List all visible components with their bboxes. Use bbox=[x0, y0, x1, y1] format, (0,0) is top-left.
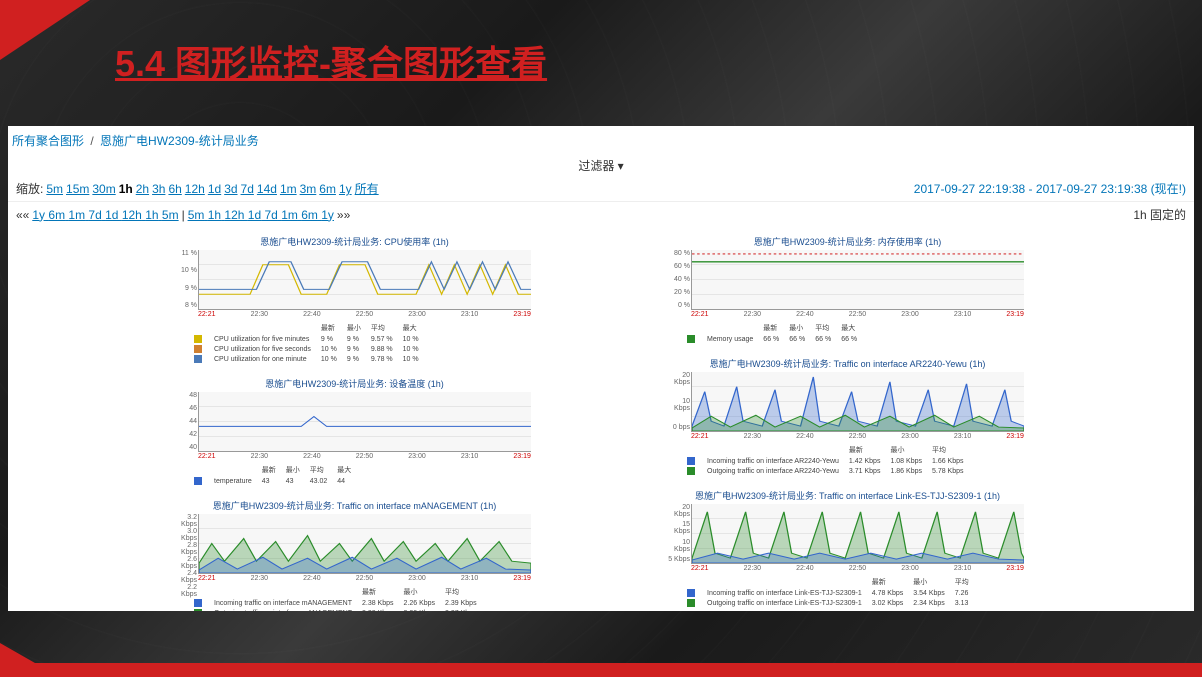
nav-6m[interactable]: 6m bbox=[301, 208, 318, 222]
graph-canvas[interactable]: 20 Kbps10 Kbps0 bps bbox=[691, 372, 1024, 432]
nav-1h[interactable]: 1h bbox=[208, 208, 221, 222]
graph-title: 恩施广电HW2309-统计局业务: CPU使用率 (1h) bbox=[168, 233, 541, 250]
slide-title: 5.4 图形监控-聚合图形查看 bbox=[115, 35, 547, 87]
nav-5m[interactable]: 5m bbox=[188, 208, 205, 222]
breadcrumb: 所有聚合图形 / 恩施广电HW2309-统计局业务 bbox=[8, 126, 1194, 155]
graph-legend: 最新最小平均Incoming traffic on interface mANA… bbox=[188, 585, 483, 611]
nav-1d[interactable]: 1d bbox=[105, 208, 118, 222]
graph-legend: 最新最小平均最大Memory usage66 %66 %66 %66 % bbox=[681, 321, 863, 345]
nav-5m[interactable]: 5m bbox=[162, 208, 179, 222]
breadcrumb-current[interactable]: 恩施广电HW2309-统计局业务 bbox=[100, 134, 259, 148]
zoom-3m[interactable]: 3m bbox=[300, 182, 317, 196]
nav-7d[interactable]: 7d bbox=[265, 208, 278, 222]
zoom-1m[interactable]: 1m bbox=[280, 182, 297, 196]
nav-1y[interactable]: 1y bbox=[32, 208, 45, 222]
graph-title: 恩施广电HW2309-统计局业务: Traffic on interface L… bbox=[661, 487, 1034, 504]
graph-canvas[interactable]: 11 %10 %9 %8 % bbox=[198, 250, 531, 310]
graph-title: 恩施广电HW2309-统计局业务: 设备温度 (1h) bbox=[168, 375, 541, 392]
zoom-所有[interactable]: 所有 bbox=[355, 182, 379, 196]
zoom-controls: 缩放: 5m15m30m 1h2h3h6h 12h1d3d 7d14d1m3m6m1y… bbox=[16, 180, 382, 197]
zoom-15m[interactable]: 15m bbox=[66, 182, 89, 196]
nav-back: ««1y 6m 1m 7d 1d 12h 1h 5m |5m 1h 12h 1d… bbox=[16, 208, 350, 222]
nav-1d[interactable]: 1d bbox=[248, 208, 261, 222]
zoom-3d[interactable]: 3d bbox=[224, 182, 237, 196]
zoom-1h[interactable]: 1h bbox=[119, 182, 133, 196]
graph-legend: 最新最小平均Incoming traffic on interface AR22… bbox=[681, 443, 970, 477]
zoom-label: 缩放: bbox=[16, 180, 43, 197]
nav-1h[interactable]: 1h bbox=[145, 208, 158, 222]
graph-title: 恩施广电HW2309-统计局业务: 内存使用率 (1h) bbox=[661, 233, 1034, 250]
graph-panel: 恩施广电HW2309-统计局业务: CPU使用率 (1h) 11 %10 %9 … bbox=[168, 233, 541, 365]
zoom-14d[interactable]: 14d bbox=[257, 182, 277, 196]
zoom-5m[interactable]: 5m bbox=[46, 182, 63, 196]
nav-12h[interactable]: 12h bbox=[224, 208, 244, 222]
zoom-2h[interactable]: 2h bbox=[136, 182, 149, 196]
breadcrumb-root[interactable]: 所有聚合图形 bbox=[12, 134, 84, 148]
time-range[interactable]: 2017-09-27 22:19:38 - 2017-09-27 23:19:3… bbox=[914, 180, 1186, 197]
graph-canvas[interactable]: 20 Kbps15 Kbps10 Kbps5 Kbps bbox=[691, 504, 1024, 564]
period-label: 1h 固定的 bbox=[1133, 206, 1186, 223]
zoom-7d[interactable]: 7d bbox=[241, 182, 254, 196]
nav-12h[interactable]: 12h bbox=[122, 208, 142, 222]
graph-panel: 恩施广电HW2309-统计局业务: Traffic on interface m… bbox=[168, 497, 541, 611]
zoom-6m[interactable]: 6m bbox=[319, 182, 336, 196]
nav-1y[interactable]: 1y bbox=[321, 208, 334, 222]
graph-title: 恩施广电HW2309-统计局业务: Traffic on interface A… bbox=[661, 355, 1034, 372]
nav-7d[interactable]: 7d bbox=[88, 208, 101, 222]
graph-canvas[interactable]: 3.2 Kbps3.0 Kbps2.8 Kbps2.6 Kbps2.4 Kbps… bbox=[198, 514, 531, 574]
zoom-6h[interactable]: 6h bbox=[168, 182, 181, 196]
graph-title: 恩施广电HW2309-统计局业务: Traffic on interface m… bbox=[168, 497, 541, 514]
nav-1m[interactable]: 1m bbox=[68, 208, 85, 222]
graph-panel: 恩施广电HW2309-统计局业务: Traffic on interface A… bbox=[661, 355, 1034, 477]
graph-legend: 最新最小平均最大temperature434343.0244 bbox=[188, 463, 357, 487]
graph-legend: 最新最小平均Incoming traffic on interface Link… bbox=[681, 575, 975, 609]
zoom-1d[interactable]: 1d bbox=[208, 182, 221, 196]
graph-panel: 恩施广电HW2309-统计局业务: Traffic on interface L… bbox=[661, 487, 1034, 609]
graph-panel: 恩施广电HW2309-统计局业务: 设备温度 (1h) 4846444240 2… bbox=[168, 375, 541, 487]
graph-canvas[interactable]: 80 %60 %40 %20 %0 % bbox=[691, 250, 1024, 310]
graph-panel: 恩施广电HW2309-统计局业务: 内存使用率 (1h) 80 %60 %40 … bbox=[661, 233, 1034, 345]
graph-canvas[interactable]: 4846444240 bbox=[198, 392, 531, 452]
zoom-1y[interactable]: 1y bbox=[339, 182, 352, 196]
graph-legend: 最新最小平均最大CPU utilization for five minutes… bbox=[188, 321, 425, 365]
monitoring-window: 所有聚合图形 / 恩施广电HW2309-统计局业务 过滤器 ▾ 缩放: 5m15… bbox=[8, 126, 1194, 611]
zoom-30m[interactable]: 30m bbox=[92, 182, 115, 196]
nav-6m[interactable]: 6m bbox=[48, 208, 65, 222]
filter-toggle[interactable]: 过滤器 ▾ bbox=[578, 159, 623, 173]
nav-1m[interactable]: 1m bbox=[281, 208, 298, 222]
zoom-12h[interactable]: 12h bbox=[185, 182, 205, 196]
zoom-3h[interactable]: 3h bbox=[152, 182, 165, 196]
